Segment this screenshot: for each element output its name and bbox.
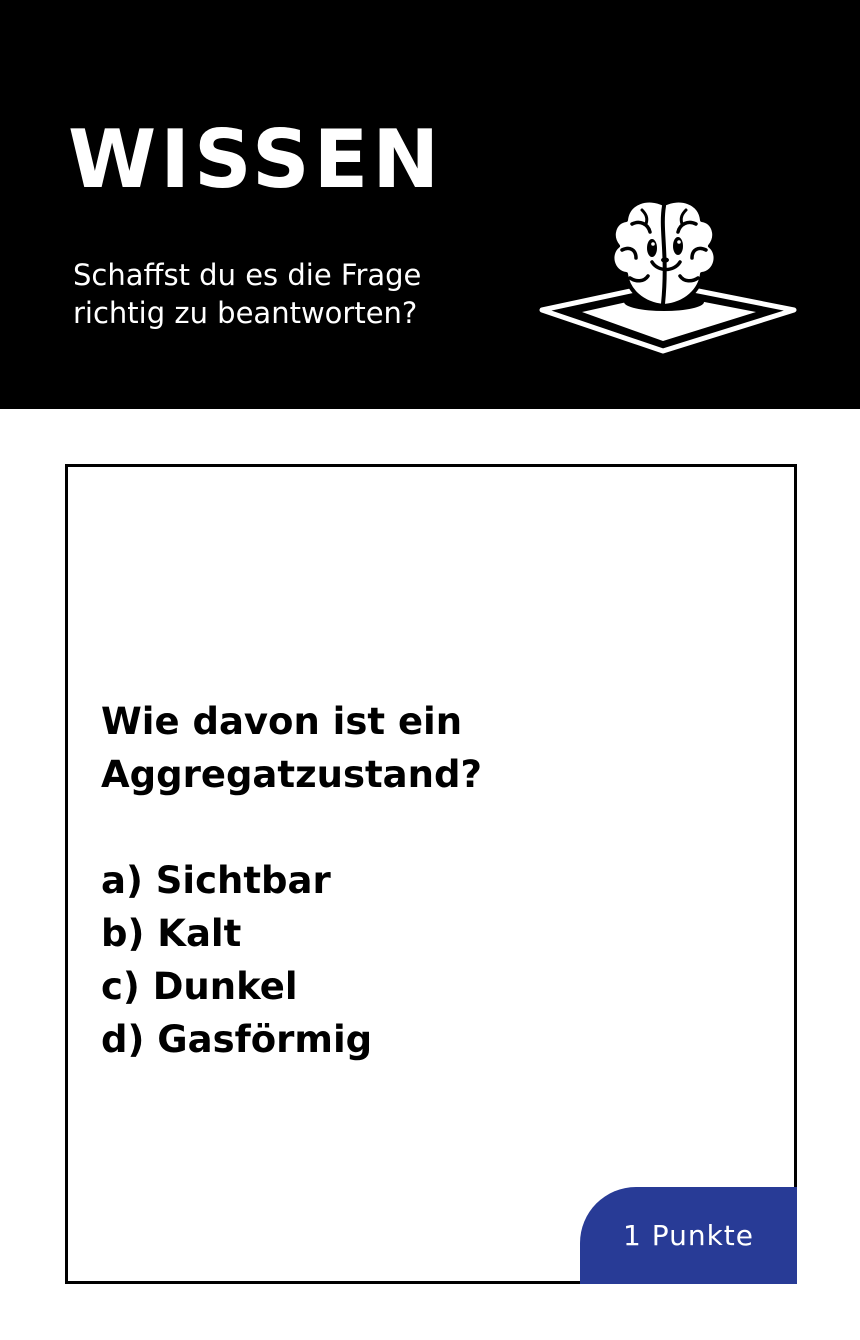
answer-list: a) Sichtbar b) Kalt c) Dunkel d) Gasförm…: [101, 854, 372, 1066]
question-text: Wie davon ist ein Aggregatzustand?: [101, 700, 482, 796]
category-header: WISSEN Schaffst du es die Frage richtig …: [0, 0, 860, 409]
category-title: WISSEN: [68, 113, 444, 206]
answer-option-d[interactable]: d) Gasförmig: [101, 1013, 372, 1066]
answer-option-c[interactable]: c) Dunkel: [101, 960, 372, 1013]
answer-option-b[interactable]: b) Kalt: [101, 907, 372, 960]
question-card: Wie davon ist ein Aggregatzustand? a) Si…: [65, 464, 797, 1284]
category-subtitle: Schaffst du es die Frage richtig zu bean…: [73, 258, 422, 330]
answer-option-a[interactable]: a) Sichtbar: [101, 854, 372, 907]
points-badge: 1 Punkte: [580, 1187, 797, 1284]
brain-on-tile-icon: [539, 198, 797, 354]
